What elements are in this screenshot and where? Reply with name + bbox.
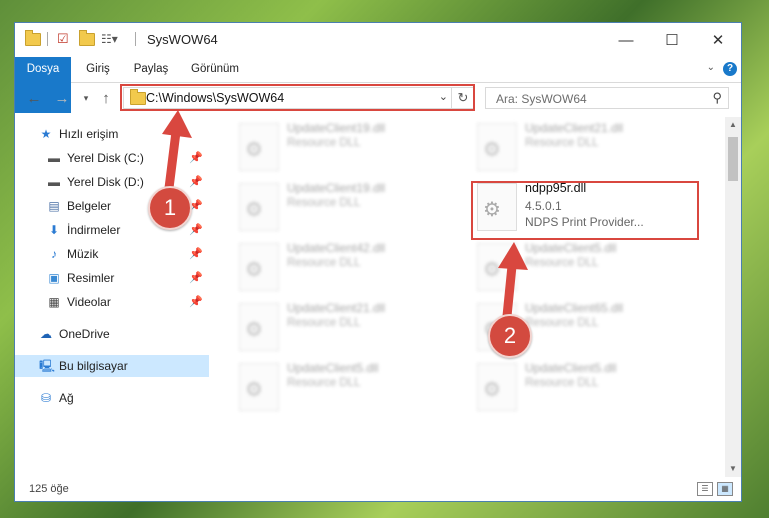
step-2-badge: 2 <box>488 314 532 358</box>
annotation-arrows <box>162 110 528 321</box>
step-1-badge: 1 <box>148 186 192 230</box>
